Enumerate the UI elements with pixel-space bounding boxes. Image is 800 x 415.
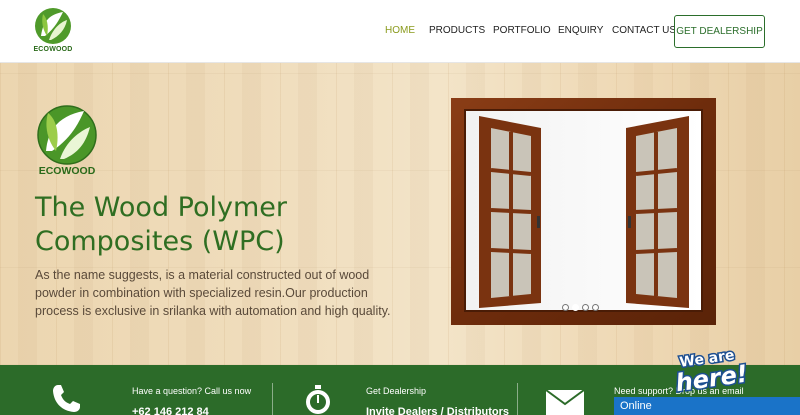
hero-title-line1: The Wood Polymer (35, 192, 288, 223)
slider-dot-4[interactable] (592, 304, 599, 311)
dealership-link[interactable]: Invite Dealers / Distributors (366, 406, 509, 415)
leaf-logo-icon (37, 105, 97, 165)
leaf-logo-icon (35, 8, 71, 44)
chat-online-tab[interactable]: Online (614, 397, 800, 415)
get-dealership-button[interactable]: GET DEALERSHIP (674, 15, 765, 48)
phone-icon (53, 385, 80, 412)
nav-products[interactable]: PRODUCTS (429, 25, 485, 36)
slider-dot-3[interactable] (582, 304, 589, 311)
nav-home[interactable]: HOME (385, 25, 415, 36)
nav-portfolio[interactable]: PORTFOLIO (493, 25, 551, 36)
stopwatch-icon (306, 385, 330, 414)
nav-contact-us[interactable]: CONTACT US (612, 25, 676, 36)
call-number[interactable]: +62 146 212 84 (132, 406, 209, 415)
wooden-window-image (451, 98, 716, 325)
ecowood-logo[interactable]: ECOWOOD (33, 6, 73, 58)
slider-dot-1[interactable] (562, 304, 569, 311)
site-header: ECOWOOD HOME PRODUCTS PORTFOLIO ENQUIRY … (0, 0, 800, 63)
call-label: Have a question? Call us now (132, 386, 252, 396)
envelope-icon (545, 389, 585, 415)
logo-text: ECOWOOD (33, 46, 73, 53)
hero-title-line2: Composites (WPC) (35, 226, 285, 257)
slider-dots (562, 304, 599, 311)
slider-dot-2[interactable] (572, 304, 579, 311)
hero-logo: ECOWOOD (34, 103, 100, 188)
hero-slider: ECOWOOD The Wood Polymer Composites (WPC… (0, 63, 800, 365)
divider (272, 383, 273, 415)
nav-enquiry[interactable]: ENQUIRY (558, 25, 603, 36)
hero-description: As the name suggests, is a material cons… (35, 268, 391, 318)
hero-title: The Wood Polymer Composites (WPC) (35, 191, 375, 259)
hero-logo-text: ECOWOOD (38, 165, 96, 177)
dealership-label: Get Dealership (366, 386, 427, 396)
chat-badge-image[interactable]: We are here! (668, 343, 762, 393)
divider (517, 383, 518, 415)
